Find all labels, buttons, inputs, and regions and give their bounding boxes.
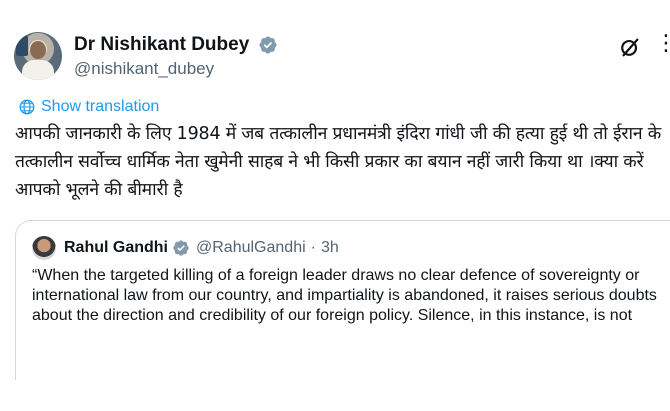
- avatar[interactable]: [14, 32, 62, 80]
- grok-icon[interactable]: [619, 36, 641, 58]
- author-display-name[interactable]: Dr Nishikant Dubey: [74, 34, 249, 56]
- author-handle[interactable]: @nishikant_dubey: [74, 59, 278, 79]
- tweet: Dr Nishikant Dubey @nishikant_dubey ⋮ Sh…: [0, 0, 670, 411]
- quoted-tweet[interactable]: Rahul Gandhi @RahulGandhi · 3h “When the…: [15, 220, 670, 380]
- show-translation-link[interactable]: Show translation: [18, 98, 159, 116]
- verified-badge-icon: [259, 36, 277, 54]
- quoted-tweet-text: “When the targeted killing of a foreign …: [32, 267, 657, 324]
- avatar-face: [30, 41, 46, 59]
- quoted-tweet-header: Rahul Gandhi @RahulGandhi · 3h: [32, 236, 339, 260]
- quoted-display-name[interactable]: Rahul Gandhi: [64, 239, 168, 257]
- globe-icon: [19, 99, 35, 115]
- tweet-text: आपकी जानकारी के लिए 1984 में जब तत्कालीन…: [15, 124, 661, 200]
- verified-badge-icon: [173, 240, 189, 256]
- avatar-shirt: [22, 60, 54, 80]
- quoted-avatar[interactable]: [32, 236, 56, 260]
- quoted-separator: ·: [310, 239, 316, 256]
- quoted-handle[interactable]: @RahulGandhi: [196, 239, 306, 257]
- tweet-header: Dr Nishikant Dubey @nishikant_dubey ⋮: [14, 26, 670, 82]
- quoted-timestamp[interactable]: 3h: [321, 239, 339, 257]
- avatar-background-frame: [16, 36, 28, 56]
- author-names: Dr Nishikant Dubey @nishikant_dubey: [74, 34, 278, 79]
- show-translation-label: Show translation: [41, 98, 160, 115]
- more-icon[interactable]: ⋮: [655, 33, 670, 55]
